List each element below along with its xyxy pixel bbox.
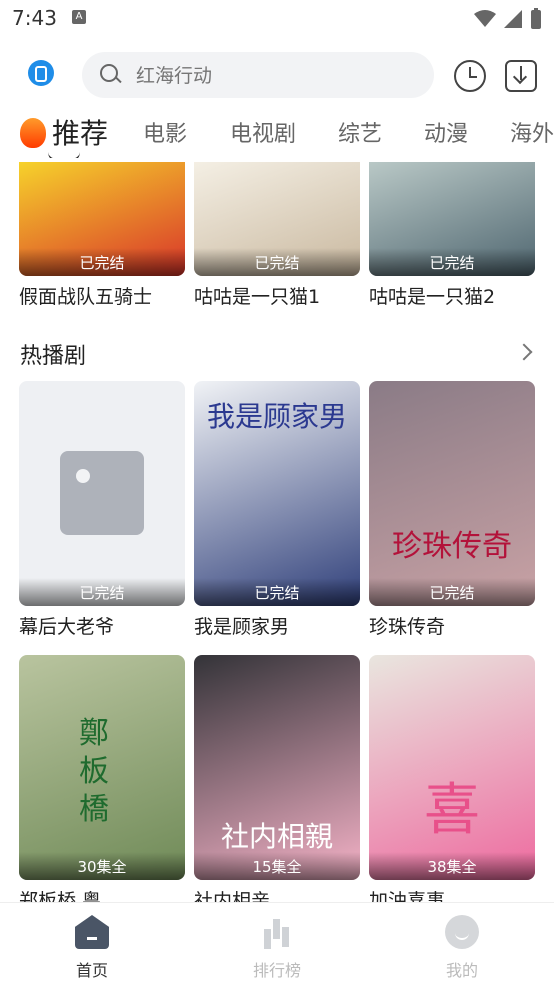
search-icon bbox=[100, 64, 118, 82]
notification-icon: A bbox=[72, 10, 86, 24]
nav-me[interactable]: 我的 bbox=[422, 915, 502, 981]
video-title: 咕咕是一只猫1 bbox=[194, 286, 321, 308]
status-badge: 已完结 bbox=[369, 578, 535, 606]
tab-recommend[interactable]: 推荐 bbox=[52, 112, 108, 152]
tab-anime[interactable]: 动漫 bbox=[424, 116, 468, 148]
search-row bbox=[0, 52, 554, 100]
active-tab-indicator bbox=[48, 152, 80, 158]
status-badge: 已完结 bbox=[19, 248, 185, 276]
status-time: 7:43 bbox=[12, 6, 57, 30]
chevron-right-icon[interactable] bbox=[515, 343, 533, 361]
bottom-nav: 首页 排行榜 我的 bbox=[0, 902, 554, 986]
video-title: 幕后大老爷 bbox=[19, 616, 115, 638]
fire-icon bbox=[20, 118, 46, 148]
history-icon[interactable] bbox=[454, 60, 486, 92]
nav-label: 我的 bbox=[445, 961, 478, 980]
poster-image: 社内相親 15集全 bbox=[194, 655, 360, 880]
poster-image: 珍珠传奇 已完结 bbox=[369, 381, 535, 606]
bar-chart-icon bbox=[260, 915, 294, 949]
section-title: 热播剧 bbox=[20, 344, 87, 369]
poster-text: 社内相親 bbox=[220, 820, 333, 853]
video-title: 珍珠传奇 bbox=[369, 616, 446, 638]
poster-image: 已完结 bbox=[194, 162, 360, 276]
status-badge: 已完结 bbox=[369, 248, 535, 276]
status-badge: 已完结 bbox=[194, 248, 360, 276]
status-badge: 15集全 bbox=[194, 852, 360, 880]
video-card[interactable]: 我是顾家男 已完结 我是顾家男 bbox=[194, 381, 360, 639]
video-card[interactable]: 已完结 咕咕是一只猫2 bbox=[369, 162, 535, 309]
video-card[interactable]: 喜 38集全 加油喜事 bbox=[369, 655, 535, 913]
tab-overseas[interactable]: 海外 bbox=[510, 116, 554, 148]
status-badge: 38集全 bbox=[369, 852, 535, 880]
poster-image: 我是顾家男 已完结 bbox=[194, 381, 360, 606]
system-icons bbox=[474, 8, 542, 30]
status-badge: 30集全 bbox=[19, 852, 185, 880]
poster-text: 珍珠传奇 bbox=[392, 529, 512, 564]
status-badge: 已完结 bbox=[19, 578, 185, 606]
video-title: 假面战队五骑士 bbox=[19, 286, 153, 308]
poster-text: 我是顾家男 bbox=[206, 400, 347, 433]
video-card[interactable]: 珍珠传奇 已完结 珍珠传奇 bbox=[369, 381, 535, 639]
video-card[interactable]: 已完结 咕咕是一只猫1 bbox=[194, 162, 360, 309]
poster-image: 喜 38集全 bbox=[369, 655, 535, 880]
poster-image: 已完结 bbox=[19, 162, 185, 276]
download-icon[interactable] bbox=[505, 60, 537, 92]
home-icon bbox=[75, 915, 109, 949]
wifi-icon bbox=[474, 10, 496, 27]
status-bar: 7:43 A bbox=[0, 0, 554, 38]
video-title: 我是顾家男 bbox=[194, 616, 290, 638]
search-input[interactable] bbox=[134, 52, 418, 100]
poster-image: 鄭板橋 30集全 bbox=[19, 655, 185, 880]
image-placeholder-icon bbox=[60, 451, 144, 535]
poster-fill-d1-2 bbox=[369, 381, 535, 606]
poster-text: 鄭板橋 bbox=[79, 716, 109, 827]
video-card[interactable]: 已完结 假面战队五骑士 bbox=[19, 162, 185, 309]
poster-image: 已完结 bbox=[369, 162, 535, 276]
signal-icon bbox=[504, 10, 522, 28]
nav-home[interactable]: 首页 bbox=[52, 915, 132, 981]
poster-text: 喜 bbox=[424, 778, 480, 843]
battery-icon bbox=[531, 8, 541, 29]
nav-label: 排行榜 bbox=[252, 961, 301, 980]
profile-icon bbox=[445, 915, 479, 949]
video-card[interactable]: 鄭板橋 30集全 郑板桥 粤 bbox=[19, 655, 185, 913]
video-card[interactable]: 已完结 幕后大老爷 bbox=[19, 381, 185, 639]
app-logo-icon[interactable] bbox=[28, 60, 54, 86]
video-title: 咕咕是一只猫2 bbox=[369, 286, 496, 308]
tab-variety[interactable]: 综艺 bbox=[338, 116, 382, 148]
category-tabs: 推荐 电影 电视剧 综艺 动漫 海外 bbox=[0, 112, 554, 158]
tab-tv[interactable]: 电视剧 bbox=[230, 116, 296, 148]
status-badge: 已完结 bbox=[194, 578, 360, 606]
search-box[interactable] bbox=[82, 52, 434, 100]
nav-ranking[interactable]: 排行榜 bbox=[237, 915, 317, 981]
nav-label: 首页 bbox=[75, 961, 108, 980]
tab-movie[interactable]: 电影 bbox=[143, 116, 187, 148]
poster-image: 已完结 bbox=[19, 381, 185, 606]
video-card[interactable]: 社内相親 15集全 社内相亲 bbox=[194, 655, 360, 913]
